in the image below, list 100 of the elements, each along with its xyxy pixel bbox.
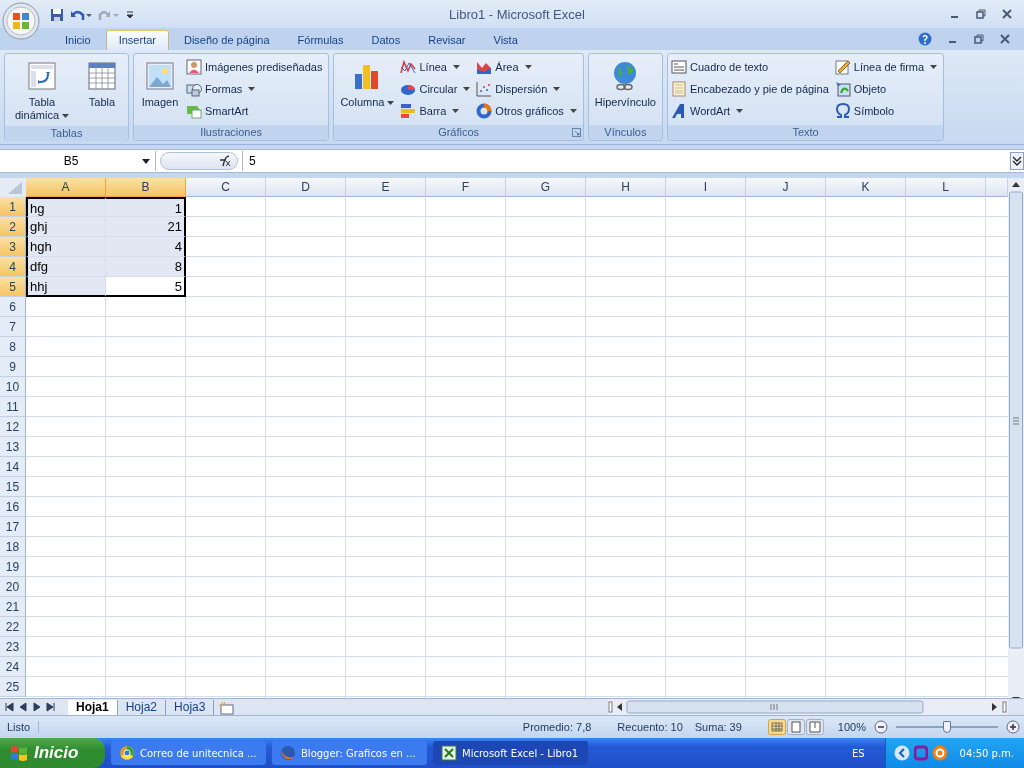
expand-icon[interactable] xyxy=(1010,152,1024,170)
column-header[interactable]: I xyxy=(666,178,746,197)
function-icon[interactable] xyxy=(217,155,231,167)
row-header[interactable]: 11 xyxy=(0,397,26,417)
row-header[interactable]: 8 xyxy=(0,337,26,357)
ribbon-button[interactable]: Hipervínculo xyxy=(591,56,659,123)
ribbon-button[interactable]: Dispersión xyxy=(476,79,580,98)
ribbon-tab[interactable]: Fórmulas xyxy=(284,30,357,50)
column-header[interactable]: D xyxy=(266,178,346,197)
row-header[interactable]: 13 xyxy=(0,437,26,457)
column-header[interactable]: L xyxy=(906,178,986,197)
column-header[interactable]: E xyxy=(346,178,426,197)
ribbon-button[interactable]: Línea xyxy=(400,57,474,76)
row-header[interactable]: 24 xyxy=(0,657,26,677)
taskbar-button[interactable]: Microsoft Excel - Libro1 xyxy=(433,741,588,765)
row-header[interactable]: 10 xyxy=(0,377,26,397)
ribbon-button[interactable]: Área xyxy=(476,57,580,76)
row-header[interactable]: 7 xyxy=(0,317,26,337)
group-label: Ilustraciones xyxy=(134,125,329,140)
ribbon-button[interactable]: Símbolo xyxy=(834,101,941,120)
row-header[interactable]: 4 xyxy=(0,257,26,277)
close-icon[interactable] xyxy=(1002,9,1012,19)
close-icon[interactable] xyxy=(1000,34,1010,44)
vertical-scrollbar-drawing[interactable] xyxy=(1008,178,1024,698)
name-box[interactable]: B5 xyxy=(0,151,156,171)
row-header[interactable]: 22 xyxy=(0,617,26,637)
row-header[interactable]: 3 xyxy=(0,237,26,257)
row-header[interactable]: 20 xyxy=(0,577,26,597)
zoom-out-icon[interactable] xyxy=(874,720,888,734)
column-header[interactable]: J xyxy=(746,178,826,197)
ribbon-tab[interactable]: Vista xyxy=(480,30,531,50)
row-header[interactable]: 23 xyxy=(0,637,26,657)
ribbon-tab[interactable]: Revisar xyxy=(415,30,479,50)
horizontal-scrollbar-drawing[interactable] xyxy=(608,699,1008,715)
row-header[interactable]: 15 xyxy=(0,477,26,497)
table-cell: 4 xyxy=(106,237,186,257)
start-button[interactable]: Inicio xyxy=(0,738,105,768)
new-sheet-icon[interactable] xyxy=(218,701,237,715)
tray-app-icon[interactable] xyxy=(931,745,948,761)
ribbon-button[interactable]: Otros gráficos xyxy=(476,101,580,120)
row-header[interactable]: 21 xyxy=(0,597,26,617)
row-header[interactable]: 17 xyxy=(0,517,26,537)
ribbon-button[interactable]: Columna xyxy=(337,56,398,123)
ribbon-button[interactable]: Tabla dinámica xyxy=(8,56,76,124)
column-header[interactable]: A xyxy=(26,178,106,197)
sheet-tab[interactable]: Hoja1 xyxy=(68,700,118,715)
column-header[interactable]: F xyxy=(426,178,506,197)
tray-app-icon[interactable] xyxy=(913,745,928,761)
row-header[interactable]: 25 xyxy=(0,677,26,697)
zoom-level[interactable]: 100% xyxy=(837,721,866,733)
ribbon-button[interactable]: SmartArt xyxy=(186,101,326,120)
page-layout-icon[interactable] xyxy=(786,719,805,735)
row-header[interactable]: 1 xyxy=(0,197,26,217)
restore-icon[interactable] xyxy=(976,9,986,19)
column-header[interactable]: C xyxy=(186,178,266,197)
ribbon-button[interactable]: Barra xyxy=(400,101,474,120)
restore-icon[interactable] xyxy=(974,34,984,44)
ribbon-button[interactable]: Objeto xyxy=(834,79,941,98)
ribbon-button[interactable]: Cuadro de texto xyxy=(670,57,832,76)
caret-icon xyxy=(453,64,460,69)
dialog-launcher-icon[interactable] xyxy=(571,128,581,137)
table-cell: ghj xyxy=(26,217,106,237)
ribbon-button[interactable]: Encabezado y pie de página xyxy=(670,79,832,98)
taskbar-button[interactable]: Blogger: Graficos en ... xyxy=(272,741,427,765)
row-header[interactable]: 2 xyxy=(0,217,26,237)
row-header[interactable]: 5 xyxy=(0,277,26,297)
row-header[interactable]: 18 xyxy=(0,537,26,557)
row-header[interactable]: 12 xyxy=(0,417,26,437)
column-header[interactable]: K xyxy=(826,178,906,197)
page-break-icon[interactable] xyxy=(805,719,824,735)
ribbon-button[interactable]: Circular xyxy=(400,79,474,98)
normal-view-icon[interactable] xyxy=(767,719,786,735)
ribbon-button[interactable]: WordArt xyxy=(670,101,832,120)
slider-thumb[interactable] xyxy=(943,721,951,733)
ribbon-tab[interactable]: Insertar xyxy=(105,30,169,50)
ribbon-button[interactable]: Línea de firma xyxy=(834,57,941,76)
ribbon-button[interactable]: Imagen xyxy=(137,56,183,123)
ribbon-tab[interactable]: Datos xyxy=(358,30,414,50)
undo-icon[interactable] xyxy=(70,8,92,22)
taskbar-button[interactable]: Correo de unitecnica ... xyxy=(111,741,266,765)
ribbon-button[interactable]: Tabla xyxy=(79,56,125,124)
column-header[interactable]: H xyxy=(586,178,666,197)
ribbon-button[interactable]: Imágenes prediseñadas xyxy=(186,57,326,76)
ribbon-button[interactable]: Formas xyxy=(186,79,326,98)
ribbon-tab[interactable]: Diseño de página xyxy=(171,30,283,50)
row-header[interactable]: 19 xyxy=(0,557,26,577)
zoom-in-icon[interactable] xyxy=(1006,720,1020,734)
signature-icon xyxy=(834,58,851,75)
chevron-left-icon[interactable] xyxy=(893,745,910,761)
customize-icon[interactable] xyxy=(126,10,134,20)
column-header[interactable]: G xyxy=(506,178,586,197)
ribbon-tab[interactable]: Inicio xyxy=(52,30,104,50)
row-header[interactable]: 9 xyxy=(0,357,26,377)
row-header[interactable]: 14 xyxy=(0,457,26,477)
row-header[interactable]: 16 xyxy=(0,497,26,517)
help-icon[interactable] xyxy=(918,32,932,46)
language-indicator[interactable]: ES xyxy=(837,747,879,759)
row-header[interactable]: 6 xyxy=(0,297,26,317)
save-icon[interactable] xyxy=(50,8,64,22)
column-header[interactable]: B xyxy=(106,178,186,197)
